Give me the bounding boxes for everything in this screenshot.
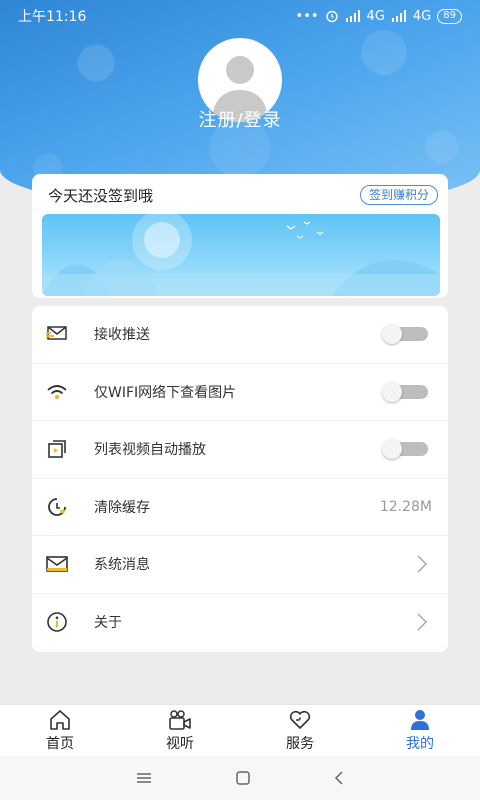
- settings-row-cache[interactable]: 清除缓存 12.28M: [32, 479, 448, 536]
- status-icons: ••• 4G 4G 89: [295, 8, 462, 24]
- video-autoplay-icon: [44, 436, 70, 462]
- bottom-tab-bar: 首页 视听 服务 我的: [0, 704, 480, 756]
- video-camera-icon: [169, 709, 191, 730]
- tab-service[interactable]: 服务: [240, 705, 360, 756]
- mail-icon: [44, 551, 70, 577]
- tab-label-video: 视听: [166, 735, 194, 752]
- signin-button[interactable]: 签到赚积分: [359, 185, 438, 205]
- autoplay-toggle[interactable]: [382, 439, 428, 460]
- network-type-2: 4G: [412, 8, 432, 24]
- status-time: 上午11:16: [18, 9, 87, 25]
- clear-cache-icon: [44, 494, 70, 520]
- info-icon: [44, 609, 70, 635]
- wifi-only-toggle[interactable]: [382, 381, 428, 402]
- back-icon[interactable]: [333, 770, 345, 786]
- battery-icon: 89: [437, 8, 462, 24]
- chevron-right-icon: [417, 613, 428, 631]
- banner-illustration: [42, 214, 440, 296]
- tab-label-home: 首页: [46, 735, 74, 752]
- settings-row-push[interactable]: 接收推送: [32, 306, 448, 364]
- tab-video[interactable]: 视听: [120, 705, 240, 756]
- settings-row-wifi[interactable]: 仅WIFI网络下查看图片: [32, 364, 448, 421]
- network-type-1: 4G: [366, 8, 385, 24]
- settings-label-messages: 系统消息: [94, 557, 150, 574]
- cache-size-value: 12.28M: [379, 498, 432, 515]
- settings-label-autoplay: 列表视频自动播放: [94, 442, 206, 459]
- settings-label-wifi: 仅WIFI网络下查看图片: [94, 384, 237, 401]
- login-register-link[interactable]: 注册/登录: [0, 106, 480, 132]
- settings-card: 接收推送 仅WIFI网络下查看图片 列表视频自动播放 清除缓存 12.28M 系…: [32, 306, 448, 652]
- settings-row-messages[interactable]: 系统消息: [32, 536, 448, 594]
- more-dots-icon: •••: [295, 8, 319, 24]
- home-icon: [50, 709, 70, 730]
- menu-icon[interactable]: [135, 771, 153, 785]
- signal-icon-2: [391, 10, 406, 22]
- push-toggle[interactable]: [382, 324, 428, 345]
- settings-label-about: 关于: [94, 615, 122, 632]
- settings-label-push: 接收推送: [94, 327, 150, 344]
- tab-label-service: 服务: [286, 735, 314, 752]
- user-icon: [411, 709, 429, 730]
- heart-icon: [289, 710, 311, 729]
- settings-row-autoplay[interactable]: 列表视频自动播放: [32, 421, 448, 479]
- push-icon: [44, 321, 70, 347]
- tab-label-mine: 我的: [406, 735, 434, 752]
- tab-mine[interactable]: 我的: [360, 705, 480, 756]
- signin-banner[interactable]: [42, 214, 440, 296]
- system-nav-bar: [0, 756, 480, 800]
- status-bar: 上午11:16 ••• 4G 4G 89: [0, 0, 480, 32]
- settings-row-about[interactable]: 关于: [32, 594, 448, 652]
- wifi-icon: [44, 379, 70, 405]
- signin-card: 今天还没签到哦 签到赚积分: [32, 174, 448, 298]
- home-square-icon[interactable]: [235, 770, 251, 786]
- settings-label-cache: 清除缓存: [94, 499, 150, 516]
- alarm-icon: [325, 10, 338, 23]
- signin-status-text: 今天还没签到哦: [48, 186, 154, 205]
- tab-home[interactable]: 首页: [0, 705, 120, 756]
- signal-icon: [345, 10, 360, 22]
- chevron-right-icon: [417, 555, 428, 573]
